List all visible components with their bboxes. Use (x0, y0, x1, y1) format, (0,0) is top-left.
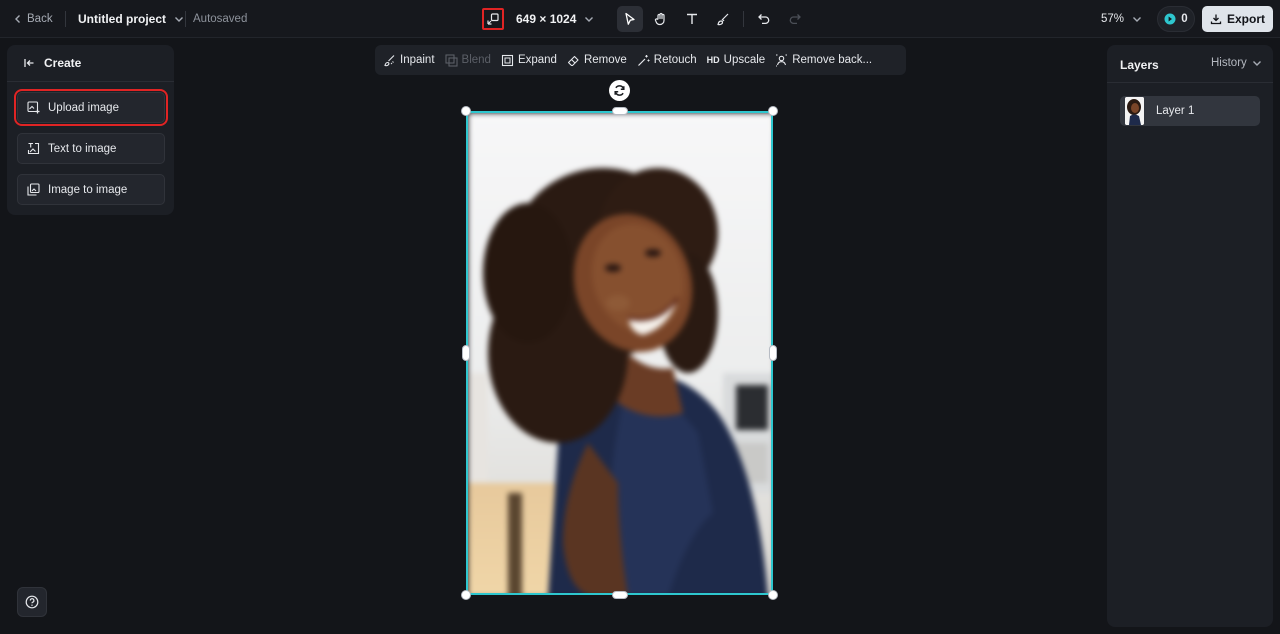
image-to-image-button[interactable]: Image to image (17, 174, 165, 205)
resize-canvas-button[interactable] (482, 8, 504, 30)
resize-handle-top[interactable] (612, 107, 628, 115)
blend-label: Blend (461, 54, 491, 66)
back-label: Back (27, 13, 53, 25)
select-tool-button[interactable] (617, 6, 643, 32)
resize-handle-bottom[interactable] (612, 591, 628, 599)
zoom-level: 57% (1101, 13, 1125, 25)
text-to-image-label: Text to image (48, 142, 117, 155)
resize-handle-right[interactable] (769, 345, 777, 361)
retouch-label: Retouch (653, 54, 697, 66)
resize-handle-bottom-right[interactable] (768, 590, 778, 600)
expand-label: Expand (517, 54, 557, 66)
text-to-image-button[interactable]: Text to image (17, 133, 165, 164)
credit-coin-icon (1164, 13, 1176, 25)
blend-button[interactable]: Blend (444, 45, 499, 75)
tool-group (617, 6, 808, 32)
create-panel: Create Upload image Text to image Image … (7, 45, 174, 215)
layer-item[interactable]: Layer 1 (1120, 96, 1260, 126)
layer-thumbnail (1125, 97, 1144, 125)
divider (65, 11, 66, 27)
top-bar: Back Untitled project Autosaved 649 × 10… (0, 0, 1280, 38)
back-button[interactable]: Back (14, 0, 53, 38)
magic-wand-icon (637, 54, 650, 66)
help-icon (25, 595, 39, 609)
layer-thumbnail-image (1125, 97, 1144, 125)
resize-icon (487, 13, 499, 25)
chevron-down-icon (1133, 17, 1142, 22)
help-button[interactable] (17, 587, 47, 617)
export-button[interactable]: Export (1202, 6, 1273, 32)
rotate-icon (614, 85, 625, 96)
remove-label: Remove (583, 54, 627, 66)
remove-background-icon (776, 54, 788, 66)
expand-button[interactable]: Expand (501, 45, 565, 75)
text-icon (687, 13, 697, 24)
divider (185, 11, 186, 27)
rotate-handle[interactable] (609, 80, 630, 101)
chevron-down-icon (175, 17, 184, 22)
layers-title: Layers (1120, 58, 1159, 72)
inpaint-icon (384, 54, 395, 66)
redo-icon (789, 14, 801, 25)
layers-panel: Layers History Layer 1 (1107, 45, 1273, 627)
hand-tool-button[interactable] (648, 6, 674, 32)
eraser-icon (567, 55, 579, 66)
canvas-size-label: 649 × 1024 (516, 12, 577, 26)
credits-badge[interactable]: 0 (1157, 6, 1195, 32)
image-to-image-icon (27, 183, 40, 196)
undo-icon (758, 14, 770, 25)
create-panel-header[interactable]: Create (7, 45, 174, 82)
remove-button[interactable]: Remove (567, 45, 635, 75)
layer-label: Layer 1 (1156, 105, 1195, 117)
remove-background-button[interactable]: Remove back... (775, 45, 880, 75)
create-panel-title: Create (44, 56, 82, 70)
chevron-down-icon (585, 17, 594, 22)
brush-tool-button[interactable] (710, 6, 736, 32)
zoom-dropdown[interactable]: 57% (1101, 0, 1142, 38)
image-edit-toolbar: Inpaint Blend Expand Remove Retouch HD U… (375, 45, 906, 75)
undo-button[interactable] (751, 6, 777, 32)
upload-image-label: Upload image (48, 101, 119, 114)
select-icon (625, 12, 635, 25)
upscale-label: Upscale (723, 54, 766, 66)
upscale-button[interactable]: HD Upscale (707, 45, 774, 75)
layer-photo (468, 113, 771, 593)
collapse-left-icon (24, 59, 34, 67)
image-to-image-label: Image to image (48, 183, 128, 196)
resize-handle-top-left[interactable] (461, 106, 471, 116)
history-dropdown[interactable]: History (1211, 57, 1262, 69)
export-label: Export (1226, 12, 1265, 26)
resize-handle-left[interactable] (462, 345, 470, 361)
hd-icon: HD (706, 55, 720, 65)
download-icon (1210, 14, 1222, 25)
autosave-status: Autosaved (193, 13, 248, 25)
chevron-left-icon (15, 15, 20, 23)
text-to-image-icon (27, 142, 40, 155)
brush-icon (717, 13, 729, 26)
resize-handle-top-right[interactable] (768, 106, 778, 116)
project-title-dropdown[interactable]: Untitled project (78, 0, 184, 38)
history-label: History (1211, 57, 1247, 69)
expand-icon (501, 54, 514, 66)
retouch-button[interactable]: Retouch (637, 45, 705, 75)
redo-button[interactable] (782, 6, 808, 32)
blend-icon (444, 53, 458, 67)
remove-background-label: Remove back... (792, 54, 873, 66)
inpaint-label: Inpaint (400, 54, 435, 66)
credits-count: 0 (1181, 13, 1188, 25)
chevron-down-icon (1252, 61, 1261, 66)
upload-image-icon (27, 101, 40, 114)
hand-icon (654, 12, 665, 26)
text-tool-button[interactable] (679, 6, 705, 32)
divider (743, 11, 744, 27)
woman-portrait-image (468, 113, 771, 593)
resize-handle-bottom-left[interactable] (461, 590, 471, 600)
inpaint-button[interactable]: Inpaint (383, 45, 443, 75)
project-title: Untitled project (78, 12, 167, 26)
upload-image-button[interactable]: Upload image (14, 89, 168, 126)
layers-panel-header: Layers History (1107, 45, 1273, 83)
canvas-size-dropdown[interactable]: 649 × 1024 (516, 0, 594, 38)
canvas-image-selection[interactable] (466, 111, 773, 595)
